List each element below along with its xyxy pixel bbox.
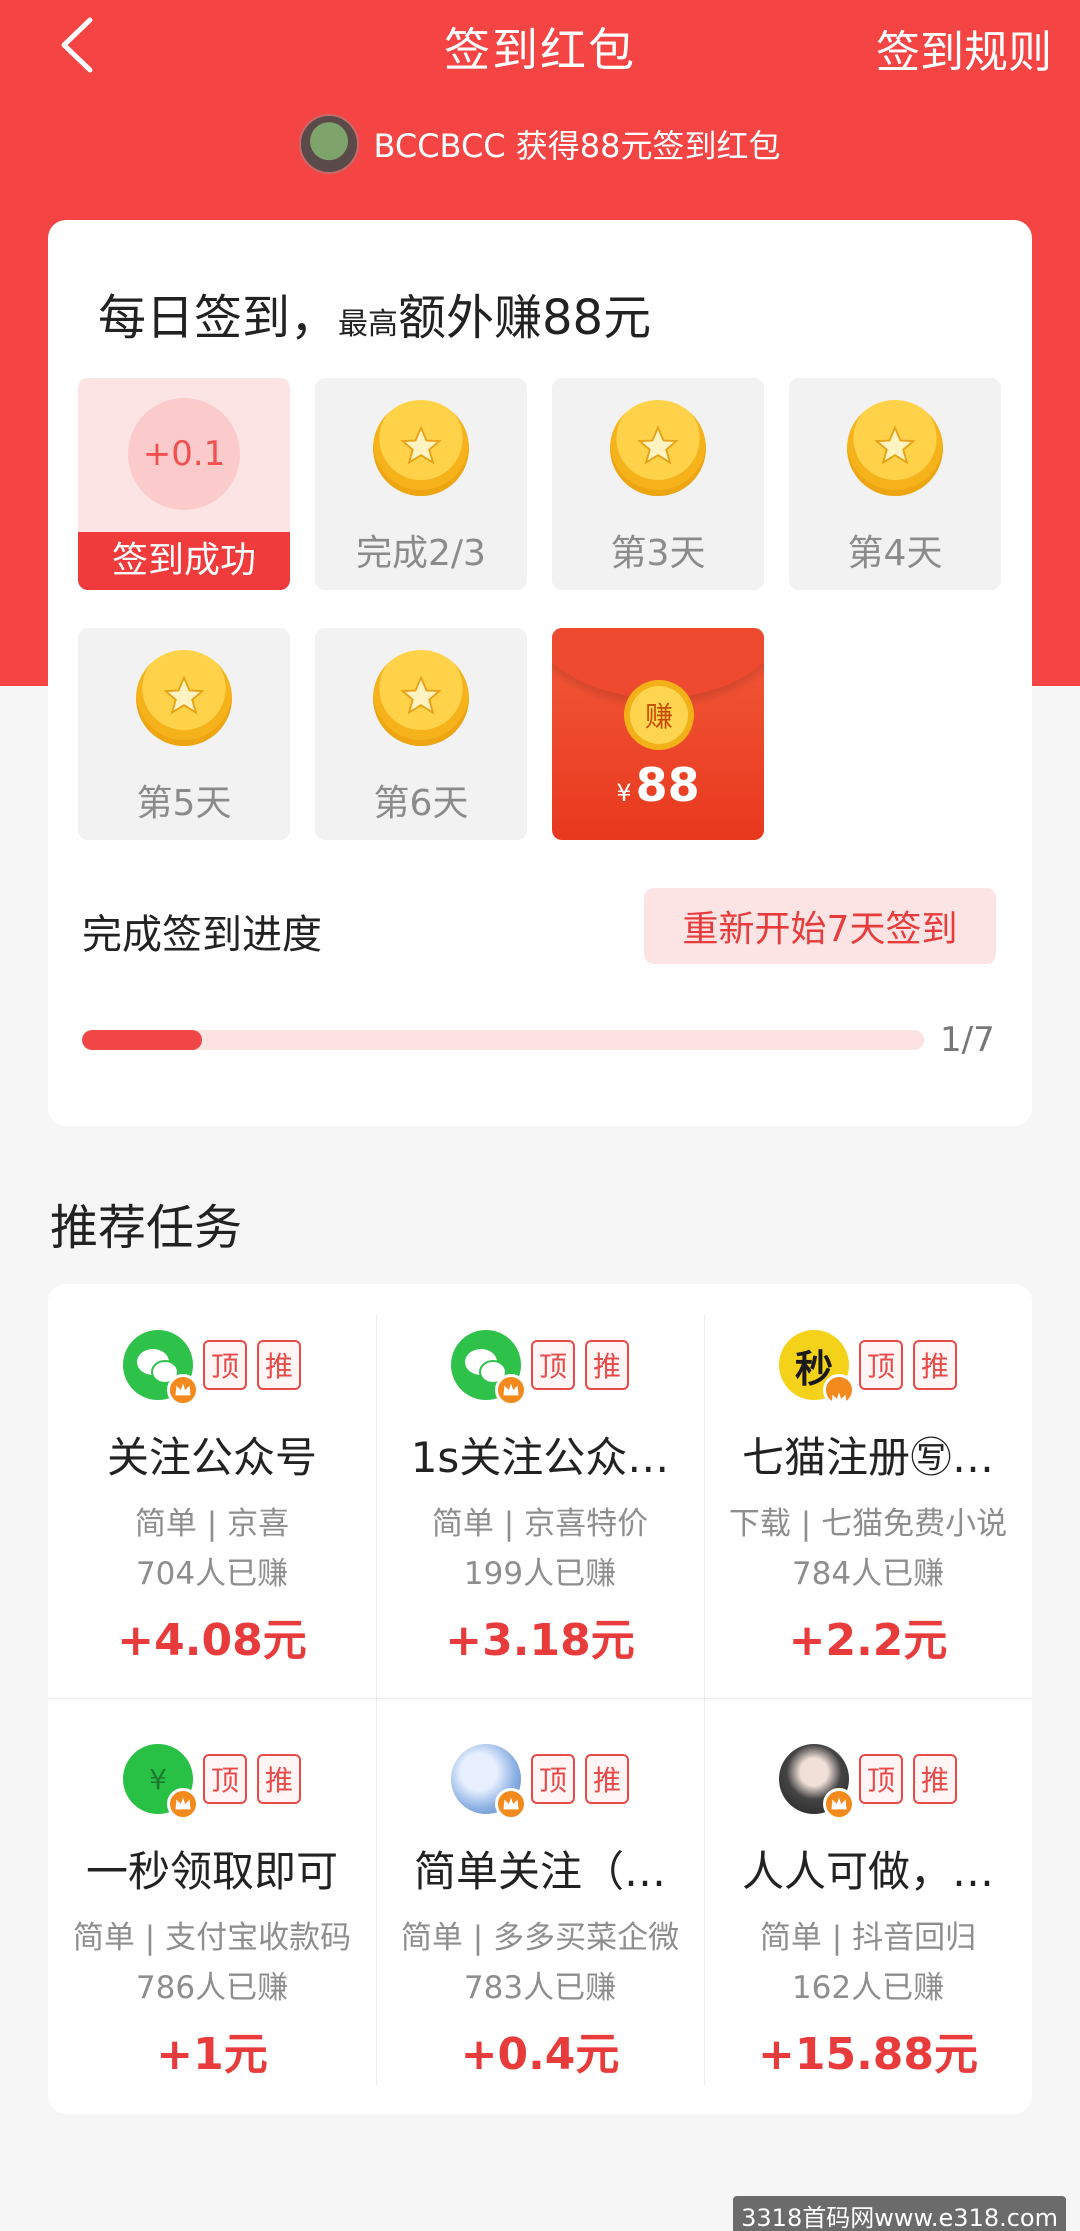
tasks-grid: 顶 推 关注公众号 简单 | 京喜 704人已赚 +4.08元 顶 推 1s关注… xyxy=(48,1284,1032,2114)
signin-title-small: 最高 xyxy=(338,307,399,342)
signin-day-1[interactable]: +0.1 签到成功 xyxy=(78,378,290,590)
task-count: 786人已赚 xyxy=(135,1970,289,2006)
task-count: 784人已赚 xyxy=(791,1556,945,1592)
signin-day-3[interactable]: 第3天 xyxy=(552,378,764,590)
alipay-icon: ¥ xyxy=(123,1744,199,1820)
task-name: 关注公众号 xyxy=(106,1433,317,1482)
signin-day-4[interactable]: 第4天 xyxy=(789,378,1001,590)
task-reward: +2.2元 xyxy=(788,1615,948,1666)
winner-ticker: BCCBCC 获得88元签到红包 xyxy=(0,112,1080,176)
signin-title-tail: 额外赚88元 xyxy=(398,290,652,346)
task-name: 1s关注公众… xyxy=(410,1433,670,1482)
coin-icon xyxy=(847,400,943,496)
signin-bonus: +0.1 xyxy=(128,398,240,510)
recommend-tag: 推 xyxy=(257,1340,301,1390)
top-tag: 顶 xyxy=(531,1754,575,1804)
task-badges: 顶 推 xyxy=(48,1330,376,1406)
avatar xyxy=(299,114,360,174)
task-card-2[interactable]: 顶 推 1s关注公众… 简单 | 京喜特价 199人已赚 +3.18元 xyxy=(376,1284,704,1676)
signin-day-2[interactable]: 完成2/3 xyxy=(315,378,527,590)
top-tag: 顶 xyxy=(859,1754,903,1804)
signin-day-label: 第4天 xyxy=(847,533,943,574)
top-bar: 签到红包 签到规则 xyxy=(0,0,1080,95)
recommend-tag: 推 xyxy=(585,1340,629,1390)
signin-day-5[interactable]: 第5天 xyxy=(78,628,290,840)
crown-icon xyxy=(167,1374,199,1406)
task-card-1[interactable]: 顶 推 关注公众号 简单 | 京喜 704人已赚 +4.08元 xyxy=(48,1284,376,1676)
signin-success-banner: 签到成功 xyxy=(78,532,290,590)
crown-icon xyxy=(823,1374,855,1406)
task-card-3[interactable]: 秒 顶 推 七猫注册㊢… 下载 | 七猫免费小说 784人已赚 +2.2元 xyxy=(704,1284,1032,1676)
amount-value: 88 xyxy=(635,758,700,812)
top-tag: 顶 xyxy=(203,1754,247,1804)
task-badges: 顶 推 xyxy=(704,1744,1032,1820)
recommended-tasks-title: 推荐任务 xyxy=(50,1200,243,1256)
task-reward: +4.08元 xyxy=(117,1615,307,1666)
task-desc: 简单 | 支付宝收款码 xyxy=(72,1920,352,1956)
task-badges: 顶 推 xyxy=(376,1330,704,1406)
task-desc: 简单 | 多多买菜企微 xyxy=(400,1920,680,1956)
wechat-icon xyxy=(123,1330,199,1406)
signin-title: 每日签到，最高额外赚88元 xyxy=(98,278,651,348)
crown-icon xyxy=(823,1788,855,1820)
sky-avatar-icon xyxy=(451,1744,527,1820)
signin-day-6[interactable]: 第6天 xyxy=(315,628,527,840)
task-count: 199人已赚 xyxy=(463,1556,617,1592)
earn-coin-icon: 赚 xyxy=(624,680,694,750)
coin-icon xyxy=(136,650,232,746)
signin-rules-link[interactable]: 签到规则 xyxy=(876,16,1052,80)
coin-icon xyxy=(373,650,469,746)
site-watermark: 3318首码网www.e318.com xyxy=(733,2196,1066,2231)
task-card-4[interactable]: ¥ 顶 推 一秒领取即可 简单 | 支付宝收款码 786人已赚 +1元 xyxy=(48,1698,376,2090)
task-count: 162人已赚 xyxy=(791,1970,945,2006)
task-badges: 顶 推 xyxy=(376,1744,704,1820)
girl-avatar-icon xyxy=(779,1744,855,1820)
top-tag: 顶 xyxy=(203,1340,247,1390)
task-reward: +3.18元 xyxy=(445,1615,635,1666)
task-desc: 简单 | 京喜特价 xyxy=(431,1506,649,1542)
signin-day-7-red-envelope[interactable]: 赚 ¥88 xyxy=(552,628,764,840)
task-desc: 简单 | 京喜 xyxy=(134,1506,290,1542)
currency-symbol: ¥ xyxy=(616,779,632,807)
task-name: 人人可做，… xyxy=(741,1847,994,1896)
task-badges: ¥ 顶 推 xyxy=(48,1744,376,1820)
top-tag: 顶 xyxy=(859,1340,903,1390)
coin-icon xyxy=(373,400,469,496)
recommend-tag: 推 xyxy=(585,1754,629,1804)
recommend-tag: 推 xyxy=(913,1754,957,1804)
crown-icon xyxy=(495,1374,527,1406)
task-name: 简单关注（… xyxy=(413,1847,666,1896)
signin-day-label: 完成2/3 xyxy=(356,533,486,574)
ticker-text: BCCBCC 获得88元签到红包 xyxy=(373,127,781,165)
qimao-icon: 秒 xyxy=(779,1330,855,1406)
task-name: 一秒领取即可 xyxy=(85,1847,338,1896)
task-count: 704人已赚 xyxy=(135,1556,289,1592)
envelope-amount: ¥88 xyxy=(552,758,764,812)
task-count: 783人已赚 xyxy=(463,1970,617,2006)
signin-day-label: 第3天 xyxy=(610,533,706,574)
task-desc: 简单 | 抖音回归 xyxy=(759,1920,977,1956)
task-card-5[interactable]: 顶 推 简单关注（… 简单 | 多多买菜企微 783人已赚 +0.4元 xyxy=(376,1698,704,2090)
task-card-6[interactable]: 顶 推 人人可做，… 简单 | 抖音回归 162人已赚 +15.88元 xyxy=(704,1698,1032,2090)
recommend-tag: 推 xyxy=(913,1340,957,1390)
task-badges: 秒 顶 推 xyxy=(704,1330,1032,1406)
top-tag: 顶 xyxy=(531,1340,575,1390)
task-reward: +15.88元 xyxy=(757,2029,979,2080)
task-reward: +1元 xyxy=(156,2029,268,2080)
coin-icon xyxy=(610,400,706,496)
wechat-icon xyxy=(451,1330,527,1406)
task-reward: +0.4元 xyxy=(460,2029,620,2080)
signin-title-main: 每日签到， xyxy=(98,290,339,346)
signin-day-label: 第5天 xyxy=(136,783,232,824)
signin-day-label: 第6天 xyxy=(373,783,469,824)
task-desc: 下载 | 七猫免费小说 xyxy=(728,1506,1008,1542)
crown-icon xyxy=(495,1788,527,1820)
task-name: 七猫注册㊢… xyxy=(741,1433,994,1482)
crown-icon xyxy=(167,1788,199,1820)
recommend-tag: 推 xyxy=(257,1754,301,1804)
